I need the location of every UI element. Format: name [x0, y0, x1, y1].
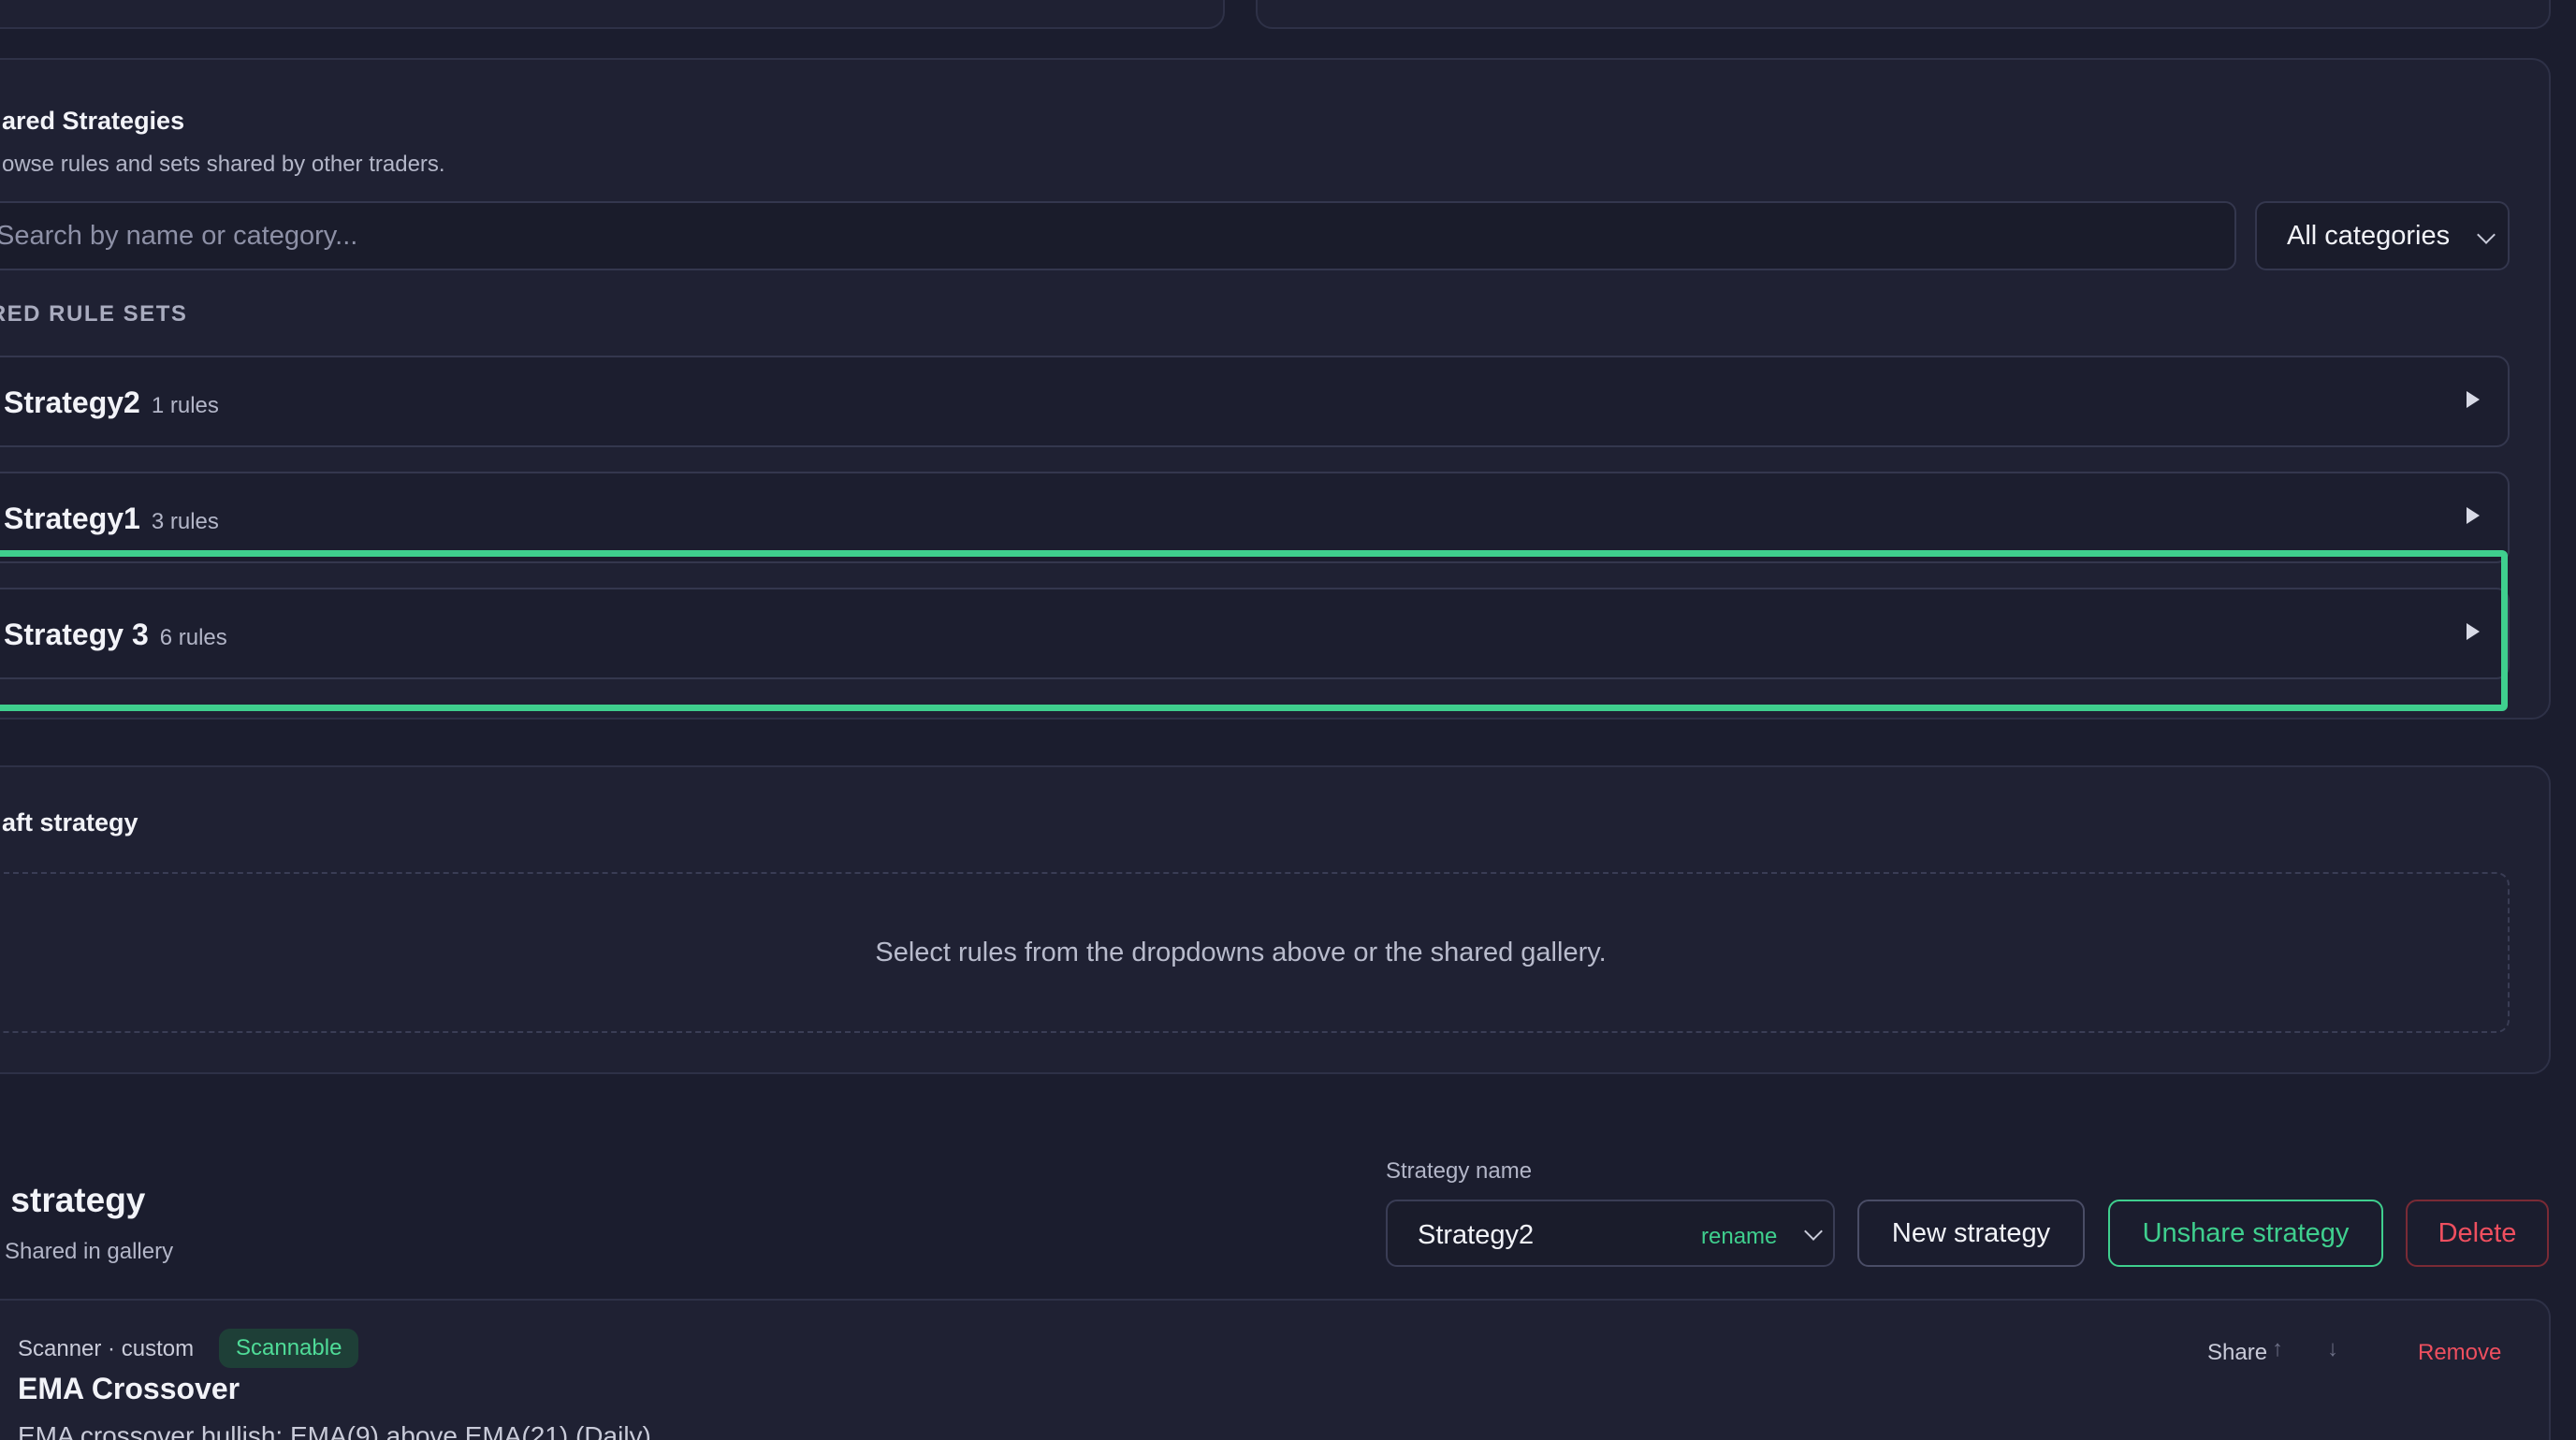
category-select-value: All categories — [2287, 220, 2451, 251]
expand-arrow-icon[interactable] — [2467, 507, 2480, 524]
active-strategy-title: ve strategy — [0, 1181, 146, 1219]
shared-strategies-subtitle: owse rules and sets shared by other trad… — [2, 152, 445, 177]
rule-meta: Scanner · custom — [18, 1336, 195, 1361]
rule-set-count: 1 rules — [151, 393, 219, 418]
strategy-name-label: Strategy name — [1386, 1158, 1533, 1184]
draft-empty-state: Select rules from the dropdowns above or… — [0, 872, 2510, 1033]
remove-rule-button[interactable]: Remove — [2418, 1340, 2501, 1366]
move-up-icon[interactable]: ↑ — [2272, 1336, 2283, 1362]
chevron-down-icon — [2477, 225, 2496, 244]
shared-status-text: Shared in gallery — [5, 1239, 174, 1264]
rule-set-count: 6 rules — [159, 625, 227, 650]
strategy-name-value: Strategy2 — [1418, 1220, 1535, 1250]
chevron-down-icon[interactable] — [1804, 1222, 1823, 1241]
rule-title: EMA Crossover — [18, 1372, 240, 1405]
draft-empty-message: Select rules from the dropdowns above or… — [875, 937, 1607, 967]
rename-link[interactable]: rename — [1701, 1224, 1777, 1250]
expand-arrow-icon[interactable] — [2467, 391, 2480, 408]
expand-arrow-icon[interactable] — [2467, 623, 2480, 640]
rule-set-card[interactable]: Strategy2 1 rules — [0, 356, 2510, 447]
top-left-card — [0, 0, 1225, 29]
rule-set-card[interactable]: Strategy1 3 rules — [0, 472, 2510, 563]
shared-strategies-title: ared Strategies — [2, 107, 185, 135]
category-select[interactable]: All categories — [2255, 201, 2510, 270]
rule-set-card[interactable]: Strategy 3 6 rules — [0, 588, 2510, 679]
rule-description: EMA crossover bullish: EMA(9) above EMA(… — [18, 1421, 651, 1440]
search-placeholder: Search by name or category... — [0, 220, 358, 251]
unshare-strategy-button[interactable]: Unshare strategy — [2108, 1200, 2383, 1267]
top-right-card — [1256, 0, 2551, 29]
scannable-badge: Scannable — [219, 1329, 359, 1368]
shared-rule-sets-label: ARED RULE SETS — [0, 301, 188, 327]
strategy-name-select[interactable]: Strategy2 rename — [1386, 1200, 1835, 1267]
rule-set-name: Strategy1 — [4, 502, 140, 535]
share-rule-button[interactable]: Share — [2207, 1340, 2267, 1366]
draft-strategy-title: aft strategy — [2, 808, 138, 836]
new-strategy-button[interactable]: New strategy — [1857, 1200, 2085, 1267]
strategy-rule-item: Scanner · custom Scannable EMA Crossover… — [0, 1299, 2551, 1440]
move-down-icon[interactable]: ↓ — [2327, 1336, 2338, 1362]
rule-set-name: Strategy 3 — [4, 618, 149, 651]
delete-strategy-button[interactable]: Delete — [2406, 1200, 2549, 1267]
app-frame: ared Strategies owse rules and sets shar… — [0, 0, 2576, 1440]
search-input[interactable]: Search by name or category... — [0, 201, 2236, 270]
rule-set-count: 3 rules — [151, 509, 219, 534]
rule-set-name: Strategy2 — [4, 385, 140, 419]
